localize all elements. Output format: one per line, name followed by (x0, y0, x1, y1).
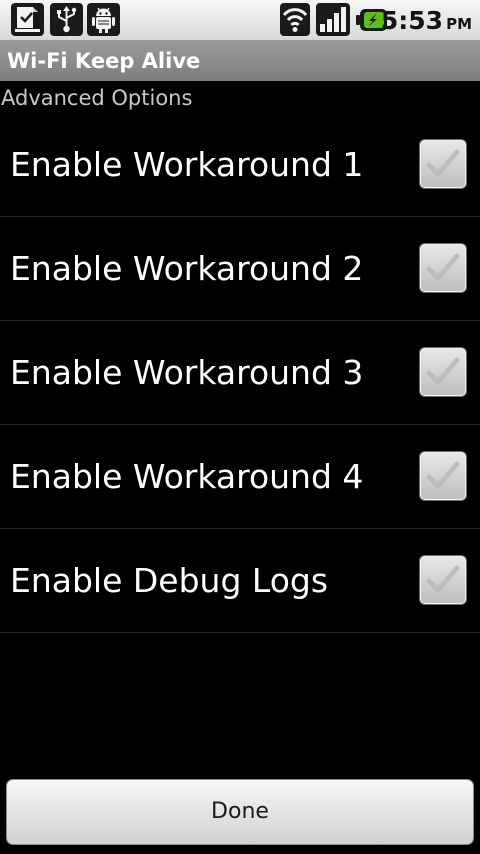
preference-label: Enable Workaround 2 (10, 249, 364, 288)
preference-debug-logs[interactable]: Enable Debug Logs (0, 529, 480, 633)
checkbox[interactable] (420, 140, 466, 188)
wifi-icon (280, 3, 310, 36)
signal-icon (316, 3, 350, 36)
checkbox[interactable] (420, 348, 466, 396)
screen: 5:53 PM Wi-Fi Keep Alive Advanced Options… (0, 0, 480, 854)
usb-icon (50, 3, 83, 36)
download-icon (11, 3, 44, 36)
preference-label: Enable Workaround 3 (10, 353, 364, 392)
check-mark-icon (426, 461, 460, 489)
check-mark-icon (426, 253, 460, 281)
app-title: Wi-Fi Keep Alive (7, 49, 201, 73)
preference-workaround-4[interactable]: Enable Workaround 4 (0, 425, 480, 529)
preference-list: Enable Workaround 1 Enable Workaround 2 … (0, 113, 480, 633)
checkbox[interactable] (420, 244, 466, 292)
checkbox[interactable] (420, 452, 466, 500)
check-mark-icon (426, 149, 460, 177)
preference-label: Enable Debug Logs (10, 561, 329, 600)
preference-label: Enable Workaround 4 (10, 457, 364, 496)
checkbox[interactable] (420, 556, 466, 604)
done-button[interactable]: Done (6, 779, 474, 845)
preference-label: Enable Workaround 1 (10, 145, 364, 184)
preference-workaround-1[interactable]: Enable Workaround 1 (0, 113, 480, 217)
android-debug-icon (87, 3, 120, 36)
check-mark-icon (426, 565, 460, 593)
preference-workaround-3[interactable]: Enable Workaround 3 (0, 321, 480, 425)
category-header: Advanced Options (1, 86, 193, 110)
status-time: 5:53 (380, 6, 444, 35)
check-mark-icon (426, 357, 460, 385)
preference-workaround-2[interactable]: Enable Workaround 2 (0, 217, 480, 321)
status-bar: 5:53 PM (0, 0, 480, 41)
title-bar: Wi-Fi Keep Alive (0, 41, 480, 81)
status-clock: 5:53 PM (381, 4, 472, 38)
status-ampm: PM (446, 15, 472, 33)
